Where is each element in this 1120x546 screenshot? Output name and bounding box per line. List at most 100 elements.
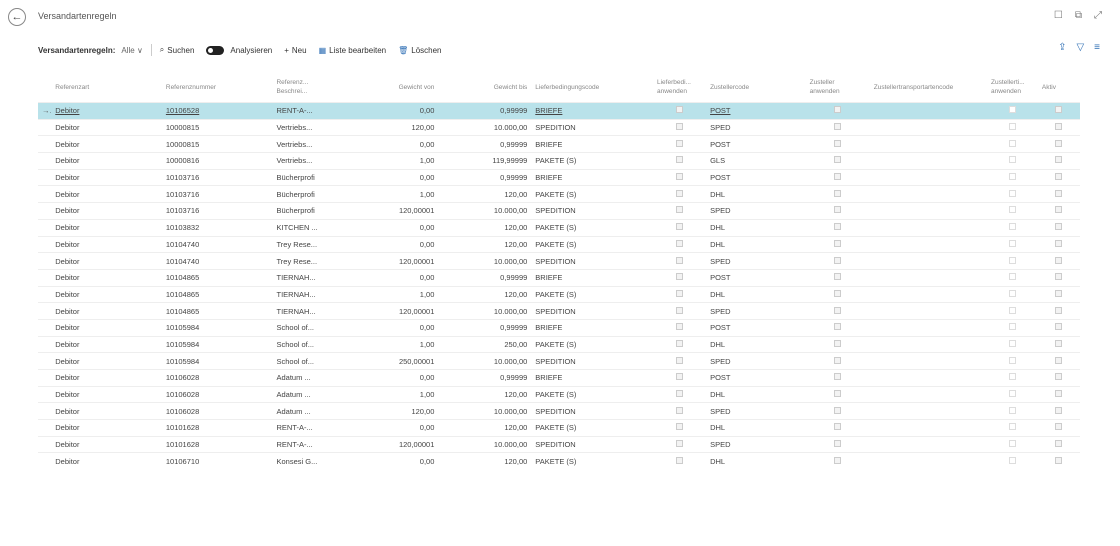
- checkbox[interactable]: [1008, 106, 1016, 114]
- table-cell[interactable]: [1038, 403, 1080, 420]
- table-cell[interactable]: Adatum ...: [272, 386, 338, 403]
- table-cell[interactable]: [987, 420, 1038, 437]
- checkbox[interactable]: [1055, 239, 1063, 247]
- table-cell[interactable]: 0,00: [339, 136, 439, 153]
- checkbox[interactable]: [1055, 339, 1063, 347]
- checkbox[interactable]: [834, 173, 842, 181]
- table-cell[interactable]: PAKETE (S): [531, 219, 653, 236]
- checkbox[interactable]: [834, 306, 842, 314]
- table-cell[interactable]: BRIEFE: [531, 169, 653, 186]
- table-cell[interactable]: 1,00: [339, 153, 439, 170]
- checkbox[interactable]: [834, 189, 842, 197]
- table-cell[interactable]: 10104740: [162, 236, 273, 253]
- table-cell[interactable]: Debitor: [51, 319, 162, 336]
- table-cell[interactable]: 0,00: [339, 319, 439, 336]
- checkbox[interactable]: [834, 390, 842, 398]
- table-cell[interactable]: 250,00001: [339, 353, 439, 370]
- table-cell[interactable]: 120,00001: [339, 203, 439, 220]
- table-cell[interactable]: [806, 103, 870, 120]
- table-cell[interactable]: [653, 153, 706, 170]
- table-cell[interactable]: 10103716: [162, 186, 273, 203]
- table-row[interactable]: Debitor 10103716 Bücherprofi 1,00 120,00 PAKE…: [38, 185, 1080, 203]
- table-cell[interactable]: [987, 136, 1038, 153]
- table-cell[interactable]: 120,00: [438, 420, 531, 437]
- table-cell[interactable]: DHL: [706, 286, 806, 303]
- table-cell[interactable]: 120,00: [339, 119, 439, 136]
- table-cell[interactable]: [653, 236, 706, 253]
- table-cell[interactable]: DHL: [706, 186, 806, 203]
- table-cell[interactable]: [38, 253, 51, 270]
- table-cell[interactable]: [806, 336, 870, 353]
- table-cell[interactable]: BRIEFE: [531, 319, 653, 336]
- table-row[interactable]: Debitor 10103832 KITCHEN ... 0,00 120,00 PAKE…: [38, 219, 1080, 236]
- table-cell[interactable]: [806, 386, 870, 403]
- table-cell[interactable]: 0,00: [339, 420, 439, 437]
- checkbox[interactable]: [1055, 456, 1063, 464]
- table-cell[interactable]: 10103716: [162, 203, 273, 220]
- table-cell[interactable]: PAKETE (S): [531, 186, 653, 203]
- table-cell[interactable]: [987, 286, 1038, 303]
- table-cell[interactable]: [38, 303, 51, 320]
- table-cell[interactable]: BRIEFE: [531, 136, 653, 153]
- table-cell[interactable]: POST: [706, 169, 806, 186]
- table-cell[interactable]: DHL: [706, 236, 806, 253]
- checkbox[interactable]: [1055, 206, 1063, 214]
- table-cell[interactable]: [1038, 453, 1080, 469]
- table-cell[interactable]: Debitor: [51, 253, 162, 270]
- checkbox[interactable]: [1008, 456, 1016, 464]
- table-cell[interactable]: Trey Rese...: [272, 236, 338, 253]
- table-cell[interactable]: Debitor: [51, 386, 162, 403]
- table-cell[interactable]: Debitor: [51, 219, 162, 236]
- table-cell[interactable]: [653, 253, 706, 270]
- table-cell[interactable]: 10000815: [162, 119, 273, 136]
- table-cell[interactable]: [38, 420, 51, 437]
- table-row[interactable]: Debitor 10101628 RENT-A-... 120,00001 10.000…: [38, 436, 1080, 453]
- table-row[interactable]: Debitor 10106710 Konsesi G... 0,00 120,00 PAK…: [38, 452, 1080, 469]
- table-cell[interactable]: [870, 319, 987, 336]
- table-cell[interactable]: [38, 203, 51, 220]
- table-cell[interactable]: POST: [706, 319, 806, 336]
- table-cell[interactable]: 10.000,00: [438, 353, 531, 370]
- table-cell[interactable]: [806, 303, 870, 320]
- checkbox[interactable]: [676, 106, 684, 114]
- table-cell[interactable]: [1038, 219, 1080, 236]
- table-cell[interactable]: [870, 453, 987, 469]
- col-header[interactable]: Zustellercode: [706, 72, 806, 103]
- delete-button[interactable]: 🗑 Löschen: [398, 46, 441, 55]
- table-cell[interactable]: Adatum ...: [272, 403, 338, 420]
- table-row[interactable]: Debitor 10000816 Vertriebs... 1,00 119,99999…: [38, 152, 1080, 170]
- table-cell[interactable]: 120,00: [438, 186, 531, 203]
- col-header[interactable]: Referenzart: [51, 72, 162, 103]
- table-cell[interactable]: Debitor: [51, 269, 162, 286]
- table-cell[interactable]: 10.000,00: [438, 253, 531, 270]
- table-cell[interactable]: [38, 386, 51, 403]
- table-cell[interactable]: [38, 219, 51, 236]
- table-cell[interactable]: PAKETE (S): [531, 453, 653, 469]
- table-cell[interactable]: [38, 370, 51, 387]
- table-cell[interactable]: [1038, 119, 1080, 136]
- table-row[interactable]: Debitor 10106028 Adatum ... 120,00 10.000,00…: [38, 402, 1080, 420]
- table-cell[interactable]: BRIEFE: [531, 269, 653, 286]
- table-cell[interactable]: SPED: [706, 303, 806, 320]
- table-cell[interactable]: PAKETE (S): [531, 386, 653, 403]
- table-cell[interactable]: [870, 169, 987, 186]
- table-cell[interactable]: [987, 453, 1038, 469]
- table-cell[interactable]: [987, 269, 1038, 286]
- search-button[interactable]: ⌕ Suchen: [160, 45, 195, 55]
- table-row[interactable]: Debitor 10104740 Trey Rese... 120,00001 10.0…: [38, 252, 1080, 270]
- table-cell[interactable]: SPED: [706, 353, 806, 370]
- table-cell[interactable]: School of...: [272, 336, 338, 353]
- checkbox[interactable]: [834, 373, 842, 381]
- table-cell[interactable]: [987, 353, 1038, 370]
- table-cell[interactable]: [806, 453, 870, 469]
- table-cell[interactable]: [870, 186, 987, 203]
- table-cell[interactable]: [987, 303, 1038, 320]
- table-cell[interactable]: 10106528: [162, 103, 273, 120]
- table-cell[interactable]: RENT-A-...: [272, 103, 338, 120]
- table-cell[interactable]: [987, 169, 1038, 186]
- new-button[interactable]: + Neu: [284, 46, 306, 55]
- table-cell[interactable]: [38, 453, 51, 469]
- checkbox[interactable]: [1055, 373, 1063, 381]
- table-cell[interactable]: 10104865: [162, 303, 273, 320]
- table-row[interactable]: Debitor 10105984 School of... 1,00 250,00 PAK…: [38, 336, 1080, 353]
